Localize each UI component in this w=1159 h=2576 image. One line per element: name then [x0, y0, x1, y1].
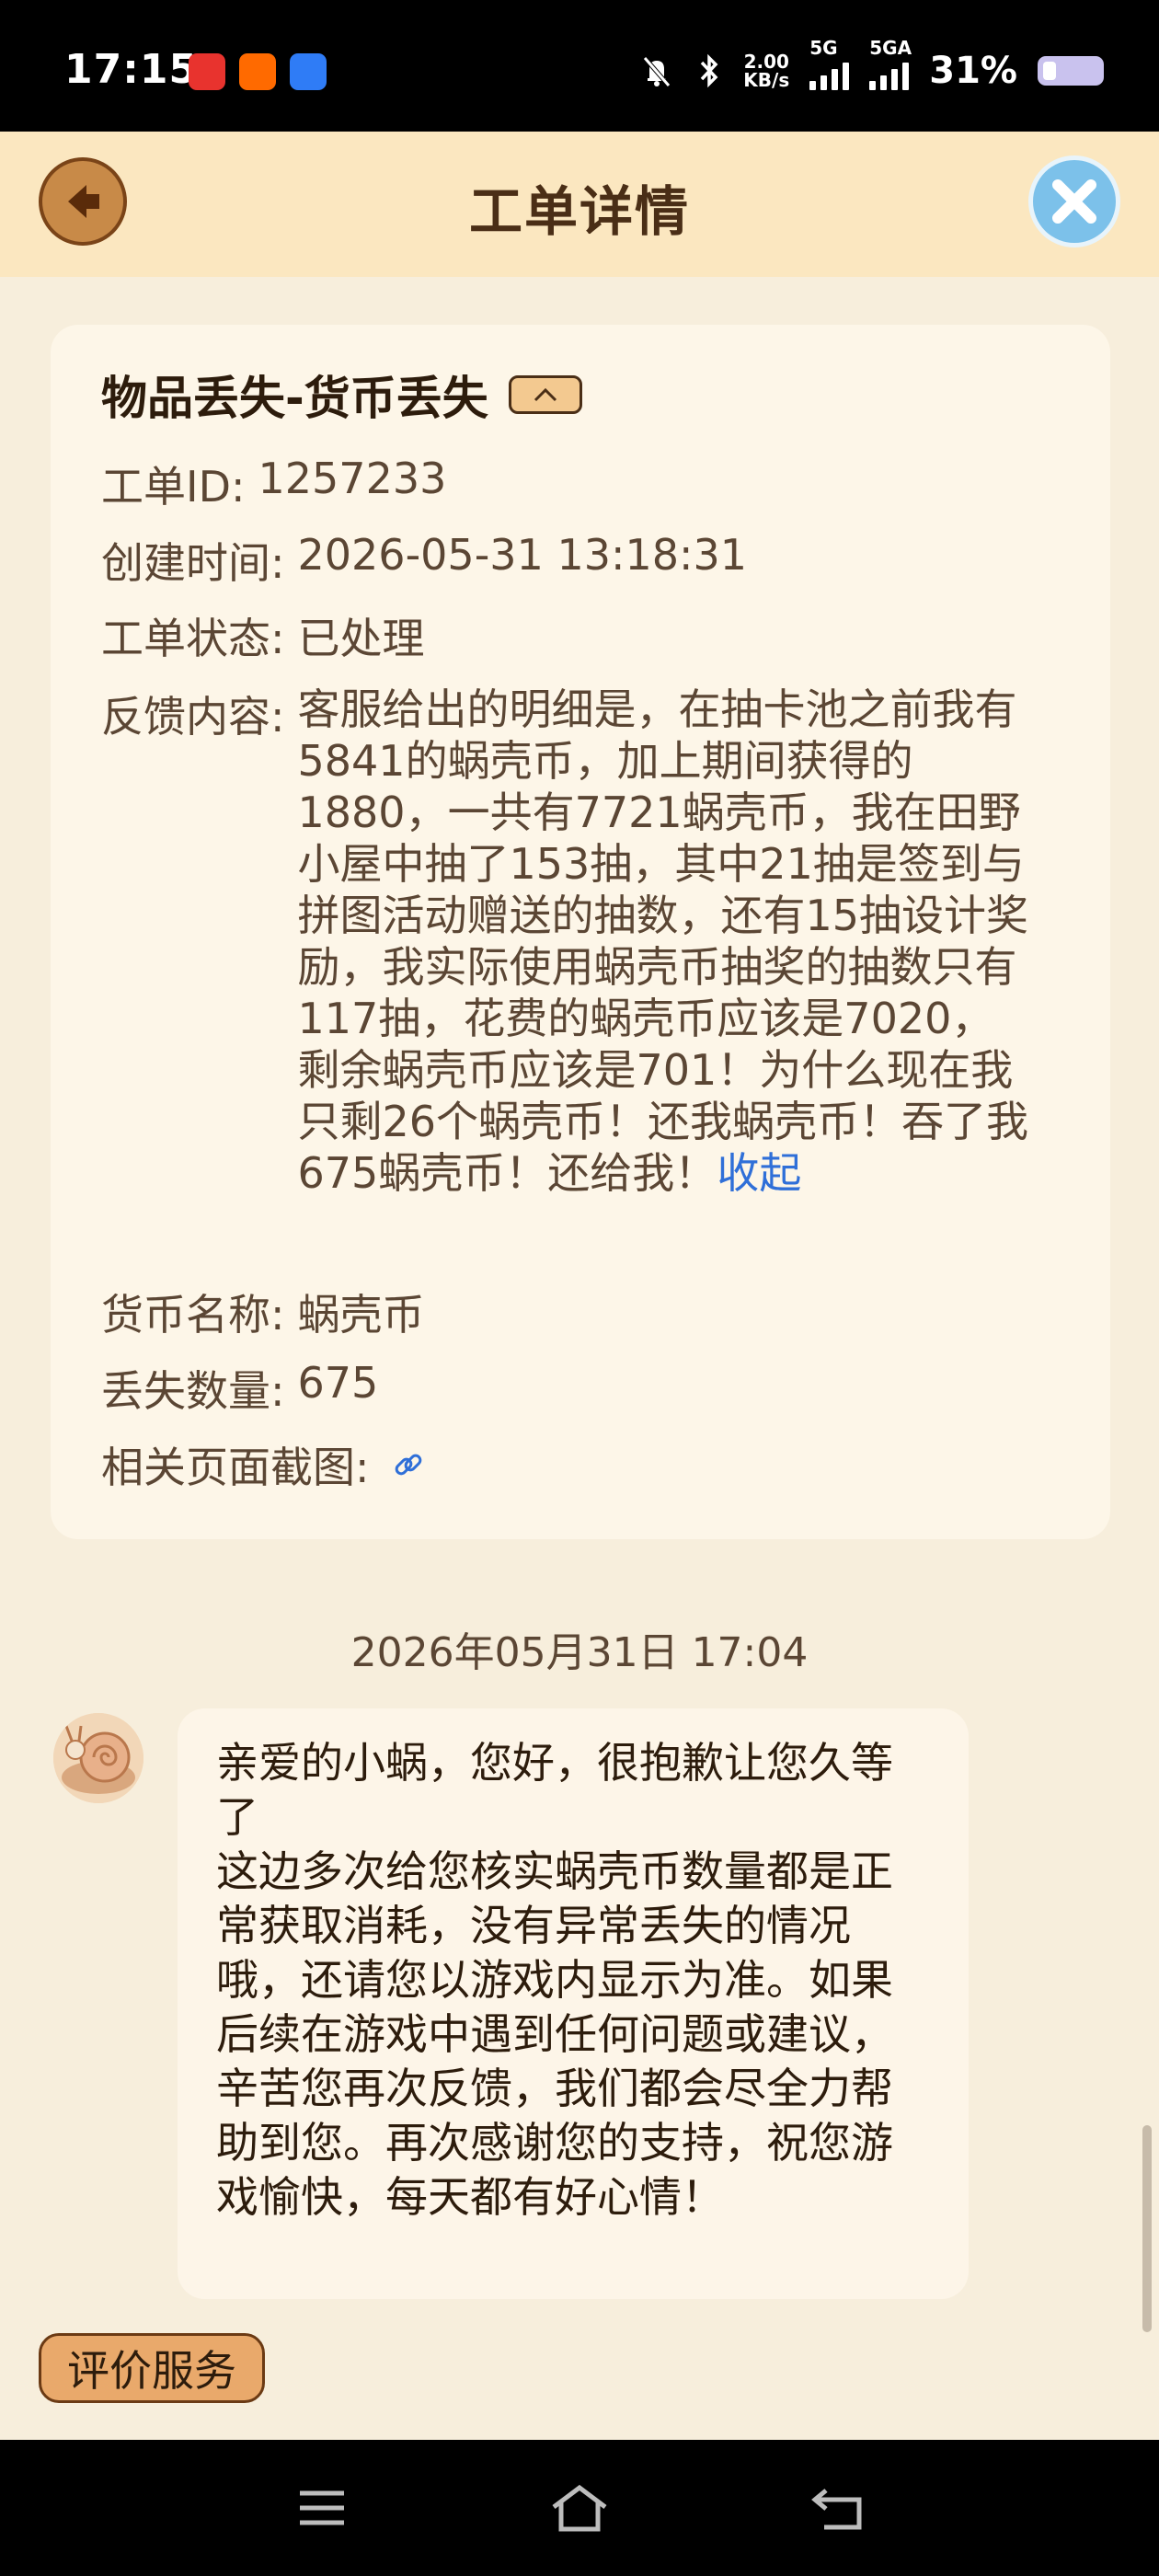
- ticket-id-label: 工单ID:: [101, 462, 246, 512]
- signal-1: 5G: [809, 37, 850, 95]
- feedback-text: 客服给出的明细是，在抽卡池之前我有5841的蜗壳币，加上期间获得的1880，一共…: [297, 684, 1029, 1198]
- menu-button[interactable]: [290, 2480, 354, 2536]
- ticket-title-text: 物品丢失-货币丢失: [101, 372, 488, 425]
- snail-avatar-icon: [53, 1713, 143, 1803]
- bluetooth-icon: [701, 53, 718, 88]
- app-header: 工单详情: [0, 132, 1159, 277]
- home-icon: [552, 2484, 607, 2532]
- close-icon: [1052, 179, 1096, 224]
- lost-amount-row: 丢失数量: 675: [101, 1358, 378, 1419]
- signal-2: 5GA: [869, 37, 912, 95]
- currency-label: 货币名称:: [101, 1290, 285, 1340]
- signal-2-label: 5GA: [869, 36, 912, 59]
- lost-amount-label: 丢失数量:: [101, 1366, 285, 1416]
- link-icon[interactable]: [390, 1434, 427, 1495]
- collapse-toggle-button[interactable]: [508, 375, 582, 414]
- ticket-title: 物品丢失-货币丢失: [101, 362, 582, 428]
- message-date: 2026年05月31日 17:04: [350, 1629, 809, 1676]
- navigation-bar: [0, 2440, 1159, 2576]
- status-indicators: 2.00 KB/s 5G 5GA 31%: [638, 37, 1104, 95]
- feedback-content: 客服给出的明细是，在抽卡池之前我有5841的蜗壳币，加上期间获得的1880，一共…: [298, 684, 1034, 1199]
- currency-value: 蜗壳币: [297, 1290, 425, 1340]
- battery-icon: [1038, 56, 1104, 86]
- ticket-status-label: 工单状态:: [101, 614, 285, 663]
- close-button[interactable]: [1028, 155, 1120, 247]
- du-app-icon: [290, 53, 327, 90]
- back-nav-button[interactable]: [805, 2480, 869, 2536]
- net-speed: 2.00 KB/s: [743, 52, 789, 89]
- lost-amount-value: 675: [297, 1358, 379, 1408]
- page-title: 工单详情: [468, 180, 690, 243]
- rate-service-button[interactable]: 评价服务: [39, 2333, 265, 2403]
- ticket-id-value: 1257233: [258, 454, 447, 503]
- menu-icon: [300, 2490, 344, 2525]
- home-button[interactable]: [547, 2480, 612, 2536]
- avatar: [53, 1713, 143, 1803]
- currency-row: 货币名称: 蜗壳币: [101, 1282, 425, 1342]
- net-speed-unit: KB/s: [743, 69, 790, 91]
- feedback-label: 反馈内容:: [101, 692, 285, 742]
- screenshot-label: 相关页面截图:: [101, 1443, 370, 1492]
- scrollbar[interactable]: [1142, 2125, 1152, 2332]
- net-speed-value: 2.00: [743, 51, 789, 73]
- taobao-app-icon: [239, 53, 276, 90]
- ticket-status-value: 已处理: [297, 614, 425, 663]
- status-bar: 17:15 2.00 KB/s 5G 5GA 31%: [0, 0, 1159, 132]
- reply-bubble: 亲爱的小蜗，您好，很抱歉让您久等了 这边多次给您核实蜗壳币数量都是正常获取消耗，…: [178, 1708, 969, 2299]
- signal-1-label: 5G: [809, 36, 838, 59]
- status-time: 17:15: [64, 46, 199, 93]
- ticket-card: 物品丢失-货币丢失 工单ID: 1257233 创建时间: 2026-05-31…: [51, 325, 1110, 1539]
- xiaohongshu-app-icon: [189, 53, 225, 90]
- mute-bell-icon: [643, 56, 671, 87]
- reply-message: 亲爱的小蜗，您好，很抱歉让您久等了 这边多次给您核实蜗壳币数量都是正常获取消耗，…: [216, 1738, 893, 2222]
- ticket-id-row: 工单ID: 1257233: [101, 454, 446, 514]
- created-time-row: 创建时间: 2026-05-31 13:18:31: [101, 530, 747, 591]
- created-time-value: 2026-05-31 13:18:31: [297, 530, 748, 580]
- feedback-row: 反馈内容: 客服给出的明细是，在抽卡池之前我有5841的蜗壳币，加上期间获得的1…: [101, 684, 1034, 1199]
- battery-percent: 31%: [929, 50, 1017, 92]
- screenshot-row: 相关页面截图:: [101, 1434, 427, 1495]
- chevron-up-icon: [534, 387, 557, 402]
- return-icon: [811, 2489, 862, 2530]
- ticket-status-row: 工单状态: 已处理: [101, 605, 425, 666]
- created-time-label: 创建时间:: [101, 538, 285, 588]
- collapse-link[interactable]: 收起: [717, 1148, 801, 1198]
